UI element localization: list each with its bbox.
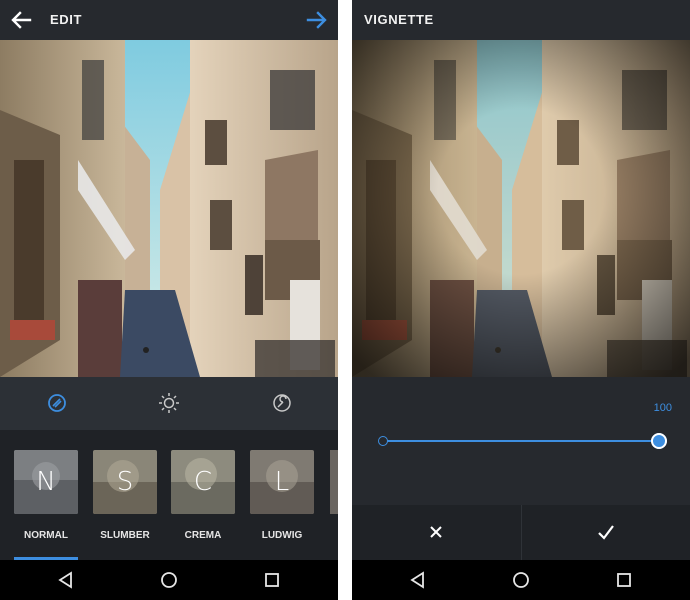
filter-letter: C	[193, 467, 213, 497]
filter-label: LUDWIG	[261, 530, 303, 541]
filter-label: SLUMBER	[100, 530, 150, 541]
wrench-icon	[273, 394, 291, 412]
filter-ludwig[interactable]: L LUDWIG	[250, 450, 316, 541]
filter-letter: N	[36, 467, 56, 497]
wrench-button[interactable]	[268, 389, 296, 417]
slider-value: 100	[653, 402, 672, 414]
filter-normal[interactable]: N NORMAL	[14, 450, 80, 541]
nav-recents-button[interactable]	[260, 568, 284, 592]
nav-home-icon	[161, 572, 177, 588]
lux-icon	[48, 394, 66, 412]
nav-recents-icon	[265, 573, 279, 587]
nav-recents-icon	[617, 573, 631, 587]
slider-track[interactable]	[383, 440, 659, 442]
nav-recents-button[interactable]	[612, 568, 636, 592]
edit-screen: EDIT N NORMAL S SLUMBER C CREMA L LUDWIG	[0, 0, 338, 600]
confirm-button[interactable]	[522, 505, 690, 560]
nav-back-button[interactable]	[54, 568, 78, 592]
nav-home-icon	[513, 572, 529, 588]
brightness-icon	[159, 393, 179, 413]
vignette-screen: VIGNETTE 100	[352, 0, 690, 600]
arrow-right-icon	[306, 11, 327, 29]
close-icon	[430, 526, 442, 538]
nav-home-button[interactable]	[157, 568, 181, 592]
filter-label: NORMAL	[24, 530, 68, 541]
vignette-slider-panel: 100	[352, 377, 690, 505]
filter-thumbnail: C	[171, 450, 235, 514]
photo-preview	[352, 40, 690, 377]
system-nav-bar	[352, 560, 690, 600]
vignette-top-bar: VIGNETTE	[352, 0, 690, 40]
brightness-button[interactable]	[155, 389, 183, 417]
edit-top-bar: EDIT	[0, 0, 338, 40]
photo-preview	[0, 40, 338, 377]
system-nav-bar	[0, 560, 338, 600]
filter-letter: L	[274, 467, 290, 497]
nav-back-icon	[58, 571, 72, 589]
slider-min-marker	[378, 436, 388, 446]
filter-thumbnail: N	[14, 450, 78, 514]
filter-crema[interactable]: C CREMA	[171, 450, 237, 541]
filter-slumber[interactable]: S SLUMBER	[93, 450, 159, 541]
action-bar	[352, 505, 690, 560]
slider-handle[interactable]	[651, 433, 667, 449]
page-title: VIGNETTE	[364, 12, 434, 27]
nav-back-button[interactable]	[406, 568, 430, 592]
edit-tools-bar	[0, 377, 338, 430]
check-icon	[598, 525, 614, 540]
filter-next-partial[interactable]	[330, 450, 338, 514]
nav-back-icon	[410, 571, 424, 589]
nav-home-button[interactable]	[509, 568, 533, 592]
cancel-button[interactable]	[352, 505, 521, 560]
back-button[interactable]	[6, 6, 36, 34]
filter-strip: N NORMAL S SLUMBER C CREMA L LUDWIG	[0, 430, 338, 560]
filter-thumbnail: S	[93, 450, 157, 514]
page-title: EDIT	[50, 12, 83, 27]
next-button[interactable]	[302, 6, 332, 34]
filter-letter: S	[116, 467, 134, 497]
filter-thumbnail: L	[250, 450, 314, 514]
lux-button[interactable]	[43, 389, 71, 417]
filter-label: CREMA	[184, 530, 222, 541]
arrow-left-icon	[11, 11, 32, 29]
